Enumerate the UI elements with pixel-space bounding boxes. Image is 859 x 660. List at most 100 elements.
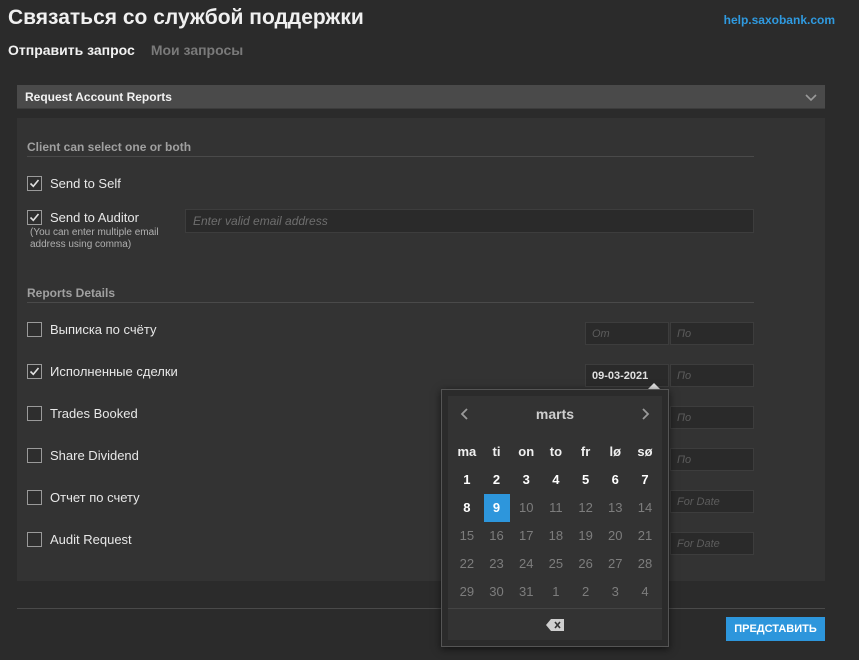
weekday-label: fr (580, 444, 591, 459)
calendar-week-row: 8 9 10 11 12 13 14 (452, 494, 660, 522)
tab-bar: Отправить запрос Мои запросы (8, 42, 243, 58)
calendar-day: 4 (641, 584, 649, 599)
chevron-right-icon[interactable] (638, 407, 652, 421)
calendar-day[interactable]: 6 (600, 466, 630, 494)
report-label: Отчет по счету (50, 490, 140, 505)
calendar-day: 11 (549, 500, 563, 515)
auditor-hint: (You can enter multiple email address us… (30, 227, 159, 250)
calendar-day: 20 (608, 528, 623, 543)
calendar-day: 16 (489, 528, 504, 543)
calendar-day: 22 (459, 556, 475, 571)
report-checkbox-audit-request[interactable] (27, 532, 42, 547)
calendar-day[interactable]: 1 (452, 466, 482, 494)
checkmark-icon (29, 213, 40, 222)
calendar-day: 30 (489, 584, 504, 599)
calendar-day: 25 (548, 556, 564, 571)
tab-my-requests[interactable]: Мои запросы (151, 42, 243, 58)
weekday-label: ma (457, 444, 477, 459)
chevron-down-icon[interactable] (805, 91, 817, 103)
report-checkbox-account-report[interactable] (27, 490, 42, 505)
page-title: Связаться со службой поддержки (8, 6, 364, 29)
calendar-day: 21 (637, 528, 653, 543)
datepicker-popup: marts ma ti on to fr lø sø 1 2 3 4 5 6 7 8 9 10 11 12 13 14 1… (441, 389, 669, 647)
datepicker-header: marts (448, 396, 662, 432)
report-label: Выписка по счёту (50, 322, 157, 337)
calendar-day[interactable]: 7 (630, 466, 660, 494)
datepicker-grid: ma ti on to fr lø sø 1 2 3 4 5 6 7 8 9 10 11 12 13 14 15 16 17 1… (452, 438, 660, 606)
weekday-header-row: ma ti on to fr lø sø (452, 438, 660, 466)
weekday-label: sø (637, 444, 653, 459)
footer-divider (17, 608, 825, 609)
report-checkbox-account-statement[interactable] (27, 322, 42, 337)
calendar-week-row: 1234567 (452, 466, 660, 494)
calendar-day: 24 (518, 556, 534, 571)
calendar-day: 23 (489, 556, 504, 571)
checkmark-icon (29, 367, 40, 376)
calendar-day[interactable]: 4 (541, 466, 571, 494)
for-date-input[interactable] (670, 532, 754, 555)
tab-send-request[interactable]: Отправить запрос (8, 42, 135, 58)
section-divider (27, 302, 754, 303)
calendar-day: 2 (581, 584, 590, 599)
date-to-input[interactable] (670, 448, 754, 471)
date-from-input[interactable] (585, 322, 669, 345)
calendar-day: 28 (637, 556, 653, 571)
calendar-week-row: 29 30 31 1 2 3 4 (452, 578, 660, 606)
calendar-day: 12 (578, 500, 593, 515)
auditor-email-field[interactable] (185, 209, 754, 233)
weekday-label: ti (492, 444, 501, 459)
calendar-day[interactable]: 8 (452, 494, 482, 522)
calendar-day: 13 (608, 500, 623, 515)
weekday-label: lø (609, 444, 622, 459)
accordion-header[interactable]: Request Account Reports (17, 85, 825, 109)
client-section-title: Client can select one or both (27, 140, 192, 154)
calendar-day: 18 (548, 528, 564, 543)
report-request-panel: Client can select one or both Send to Se… (17, 118, 825, 581)
datepicker-footer (448, 608, 662, 640)
backspace-icon[interactable] (546, 618, 564, 631)
calendar-day: 19 (578, 528, 593, 543)
calendar-day: 31 (518, 584, 534, 599)
accordion-title: Request Account Reports (25, 89, 172, 104)
report-label: Share Dividend (50, 448, 139, 463)
calendar-day: 29 (459, 584, 475, 599)
calendar-day: 14 (637, 500, 653, 515)
calendar-week-row: 15 16 17 18 19 20 21 (452, 522, 660, 550)
calendar-day-selected[interactable]: 9 (483, 494, 510, 522)
calendar-day: 3 (611, 584, 619, 599)
report-checkbox-trades-booked[interactable] (27, 406, 42, 421)
weekday-label: to (549, 444, 563, 459)
submit-button[interactable]: ПРЕДСТАВИТЬ (726, 617, 825, 641)
date-to-input[interactable] (670, 364, 754, 387)
calendar-week-row: 22 23 24 25 26 27 28 (452, 550, 660, 578)
chevron-left-icon[interactable] (458, 407, 472, 421)
for-date-input[interactable] (670, 490, 754, 513)
calendar-day[interactable]: 5 (571, 466, 601, 494)
section-divider (27, 156, 754, 157)
report-checkbox-share-dividend[interactable] (27, 448, 42, 463)
weekday-label: on (518, 444, 535, 459)
datepicker-body: marts ma ti on to fr lø sø 1 2 3 4 5 6 7 8 9 10 11 12 13 14 1… (448, 396, 662, 640)
calendar-day: 1 (552, 584, 560, 599)
report-label: Audit Request (50, 532, 132, 547)
calendar-day: 17 (518, 528, 534, 543)
send-to-auditor-label: Send to Auditor (50, 210, 139, 225)
send-to-self-checkbox[interactable] (27, 176, 42, 191)
date-to-input[interactable] (670, 322, 754, 345)
calendar-day[interactable]: 2 (482, 466, 512, 494)
datepicker-month[interactable]: marts (536, 406, 574, 422)
reports-section-title: Reports Details (27, 286, 116, 300)
send-to-auditor-checkbox[interactable] (27, 210, 42, 225)
calendar-day: 27 (608, 556, 623, 571)
calendar-day: 26 (578, 556, 593, 571)
calendar-day: 15 (459, 528, 475, 543)
report-checkbox-executed-trades[interactable] (27, 364, 42, 379)
calendar-day: 10 (518, 500, 534, 515)
help-link[interactable]: help.saxobank.com (724, 13, 835, 27)
date-to-input[interactable] (670, 406, 754, 429)
report-label: Исполненные сделки (50, 364, 178, 379)
report-label: Trades Booked (50, 406, 138, 421)
send-to-self-label: Send to Self (50, 176, 121, 191)
checkmark-icon (29, 179, 40, 188)
calendar-day[interactable]: 3 (511, 466, 541, 494)
